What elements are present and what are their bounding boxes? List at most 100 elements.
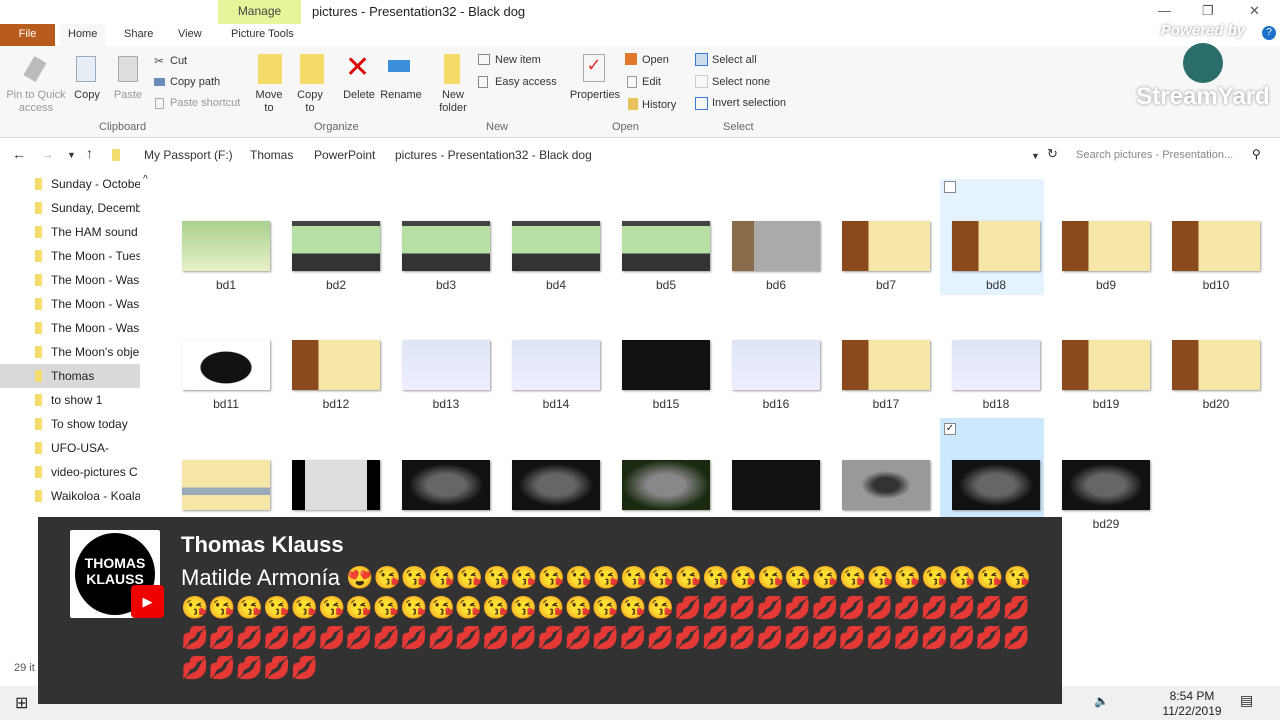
sidebar-item[interactable]: The Moon - Was: [0, 292, 140, 316]
file-name[interactable]: bd3: [391, 278, 501, 292]
thumbnail-room[interactable]: [952, 221, 1040, 271]
back-icon[interactable]: ←: [12, 146, 26, 162]
search-input[interactable]: Search pictures - Presentation...: [1066, 143, 1274, 167]
thumbnail-greendog[interactable]: [622, 460, 710, 510]
select-all-button[interactable]: Select all: [712, 54, 757, 67]
file-name[interactable]: bd4: [501, 278, 611, 292]
file-name[interactable]: bd19: [1051, 397, 1161, 411]
tab-picture-tools[interactable]: Picture Tools: [223, 24, 302, 46]
thumbnail-room[interactable]: [292, 340, 380, 390]
thumbnail-green[interactable]: [512, 221, 600, 271]
thumbnail-black[interactable]: [622, 340, 710, 390]
rename-button[interactable]: Rename: [378, 89, 424, 102]
file-name[interactable]: bd16: [721, 397, 831, 411]
sidebar-item[interactable]: The Moon - Was: [0, 268, 140, 292]
thumbnail-dog[interactable]: [182, 340, 270, 390]
thumbnail-green[interactable]: [402, 221, 490, 271]
thumbnail-house[interactable]: [182, 221, 270, 271]
file-name[interactable]: bd2: [281, 278, 391, 292]
easy-access-button[interactable]: Easy access: [495, 76, 557, 89]
manage-tab[interactable]: Manage: [218, 0, 301, 24]
sidebar-item[interactable]: The Moon - Was: [0, 316, 140, 340]
file-name[interactable]: bd8: [941, 278, 1051, 292]
cut-button[interactable]: Cut: [170, 55, 187, 68]
file-name[interactable]: bd17: [831, 397, 941, 411]
open-button[interactable]: Open: [642, 54, 669, 67]
pin-quick-access-button[interactable]: Pin to Quick access: [4, 89, 68, 115]
file-name[interactable]: bd15: [611, 397, 721, 411]
thumbnail-room[interactable]: [1062, 340, 1150, 390]
copy-button[interactable]: Copy: [72, 89, 102, 102]
copy-path-button[interactable]: Copy path: [170, 76, 220, 89]
breadcrumb-thomas[interactable]: Thomas: [250, 148, 293, 162]
windows-start-icon[interactable]: ⊞: [15, 693, 28, 713]
thumbnail-darkdog[interactable]: [512, 460, 600, 510]
sidebar-item[interactable]: Sunday - Octobe: [0, 172, 140, 196]
thumbnail-blueroom[interactable]: [402, 340, 490, 390]
breadcrumb-current[interactable]: pictures - Presentation32 - Black dog: [395, 148, 592, 162]
edit-button[interactable]: Edit: [642, 76, 661, 89]
thumbnail-darkdog[interactable]: [952, 460, 1040, 510]
file-name[interactable]: bd11: [171, 397, 281, 411]
file-name[interactable]: bd12: [281, 397, 391, 411]
thumbnail-black[interactable]: [732, 460, 820, 510]
sidebar-item[interactable]: The HAM sound: [0, 220, 140, 244]
history-button[interactable]: History: [642, 99, 676, 112]
up-icon[interactable]: ↑: [86, 145, 93, 161]
file-name[interactable]: bd7: [831, 278, 941, 292]
paste-shortcut-button[interactable]: Paste shortcut: [170, 97, 240, 110]
sidebar-item[interactable]: to show 1: [0, 388, 140, 412]
move-to-button[interactable]: Move to: [252, 89, 286, 115]
thumbnail-darkdog[interactable]: [1062, 460, 1150, 510]
copy-to-button[interactable]: Copy to: [293, 89, 327, 115]
thumbnail-room[interactable]: [842, 340, 930, 390]
thumbnail-blueroom[interactable]: [952, 340, 1040, 390]
thumbnail-greyfig[interactable]: [842, 460, 930, 510]
new-item-button[interactable]: New item: [495, 54, 541, 67]
tab-share[interactable]: Share: [116, 24, 161, 46]
thumbnail-room[interactable]: [1172, 340, 1260, 390]
thumbnail-room[interactable]: [1172, 221, 1260, 271]
sidebar-item[interactable]: Sunday, Decemb: [0, 196, 140, 220]
file-name[interactable]: bd5: [611, 278, 721, 292]
sidebar-item[interactable]: The Moon's obje: [0, 340, 140, 364]
volume-icon[interactable]: 🔈: [1094, 694, 1109, 708]
address-dropdown-icon[interactable]: ▼: [1031, 151, 1040, 161]
file-name[interactable]: bd6: [721, 278, 831, 292]
sidebar-item[interactable]: To show today: [0, 412, 140, 436]
new-folder-button[interactable]: New folder: [436, 89, 470, 115]
thumbnail-darkdog[interactable]: [402, 460, 490, 510]
thumbnail-room[interactable]: [1062, 221, 1150, 271]
restore-button[interactable]: ❐: [1202, 3, 1214, 19]
thumbnail-green[interactable]: [622, 221, 710, 271]
clock-time[interactable]: 8:54 PM: [1160, 689, 1224, 703]
minimize-button[interactable]: —: [1158, 3, 1171, 18]
file-name[interactable]: bd1: [171, 278, 281, 292]
file-name[interactable]: bd18: [941, 397, 1051, 411]
thumbnail-greyroom[interactable]: [732, 221, 820, 271]
action-center-icon[interactable]: ▤: [1240, 692, 1253, 709]
scroll-up-icon[interactable]: ^: [143, 174, 148, 185]
breadcrumb-powerpoint[interactable]: PowerPoint: [314, 148, 375, 162]
thumbnail-green[interactable]: [292, 221, 380, 271]
close-button[interactable]: ✕: [1249, 3, 1260, 19]
thumbnail-sketch[interactable]: [292, 460, 380, 510]
thumbnail-blueroom[interactable]: [512, 340, 600, 390]
sidebar-item[interactable]: UFO-USA-: [0, 436, 140, 460]
thumbnail-room[interactable]: [842, 221, 930, 271]
file-name[interactable]: bd10: [1161, 278, 1271, 292]
tab-home[interactable]: Home: [60, 24, 106, 46]
invert-selection-button[interactable]: Invert selection: [712, 97, 786, 110]
file-name[interactable]: bd14: [501, 397, 611, 411]
forward-icon[interactable]: →: [40, 146, 54, 162]
sidebar-item[interactable]: Thomas: [0, 364, 140, 388]
help-icon[interactable]: ?: [1262, 26, 1276, 40]
clock-date[interactable]: 11/22/2019: [1158, 704, 1226, 718]
refresh-icon[interactable]: ↻: [1047, 146, 1058, 162]
file-name[interactable]: bd13: [391, 397, 501, 411]
breadcrumb-drive[interactable]: My Passport (F:): [144, 148, 233, 162]
thumbnail-sofa[interactable]: [182, 460, 270, 510]
sidebar-item[interactable]: video-pictures C: [0, 460, 140, 484]
sidebar-item[interactable]: The Moon - Tues: [0, 244, 140, 268]
item-checkbox[interactable]: [944, 181, 956, 193]
